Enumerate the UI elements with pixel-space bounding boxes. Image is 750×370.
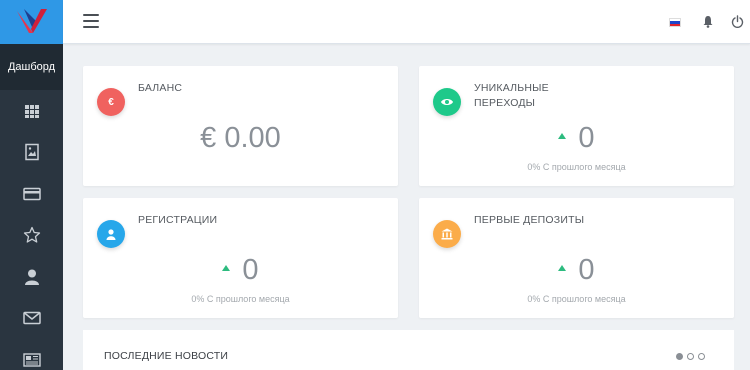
language-flag-icon[interactable] <box>669 18 681 27</box>
balance-card: € БАЛАНС € 0.00 <box>83 66 398 186</box>
star-icon <box>23 227 40 243</box>
first-deposits-sub: 0% С прошлого месяца <box>527 294 626 304</box>
card-icon <box>22 187 41 200</box>
image-icon <box>24 144 39 161</box>
sidebar-item-profile[interactable] <box>0 256 63 298</box>
first-deposits-value-row: 0 <box>419 254 734 287</box>
carousel-dots <box>676 353 705 360</box>
first-deposits-value: 0 <box>578 254 595 286</box>
eye-icon <box>433 88 461 116</box>
sidebar-item-news[interactable] <box>0 339 63 370</box>
carousel-dot[interactable] <box>676 353 683 360</box>
sidebar-item-messages[interactable] <box>0 298 63 340</box>
mail-icon <box>22 312 41 325</box>
balance-value: € 0.00 <box>200 122 281 154</box>
sidebar-item-media[interactable] <box>0 132 63 174</box>
unique-visits-card: УНИКАЛЬНЫЕ ПЕРЕХОДЫ 0 0% С прошлого меся… <box>419 66 734 186</box>
registrations-value-row: 0 <box>83 254 398 287</box>
sidebar-item-favorites[interactable] <box>0 215 63 257</box>
registrations-title: РЕГИСТРАЦИИ <box>138 214 218 226</box>
euro-icon: € <box>97 88 125 116</box>
trend-up-icon <box>558 265 567 272</box>
user-icon <box>97 220 125 248</box>
news-icon <box>22 353 41 367</box>
registrations-sub: 0% С прошлого месяца <box>191 294 290 304</box>
first-deposits-title: ПЕРВЫЕ ДЕПОЗИТЫ <box>474 214 585 226</box>
sidebar-item-payments[interactable] <box>0 173 63 215</box>
latest-news-title: ПОСЛЕДНИЕ НОВОСТИ <box>104 350 229 362</box>
user-icon <box>24 269 39 285</box>
grid-icon <box>24 104 39 118</box>
sidebar: Дашборд <box>0 0 63 370</box>
topbar <box>63 0 750 44</box>
menu-toggle-icon[interactable] <box>83 14 99 28</box>
trend-up-icon <box>222 265 231 272</box>
latest-news-panel: ПОСЛЕДНИЕ НОВОСТИ <box>83 330 734 370</box>
sidebar-item-grid[interactable] <box>0 90 63 132</box>
carousel-dot[interactable] <box>687 353 694 360</box>
logo[interactable] <box>0 0 63 44</box>
dashboard-label[interactable]: Дашборд <box>0 44 63 90</box>
balance-title: БАЛАНС <box>138 82 183 94</box>
unique-visits-sub: 0% С прошлого месяца <box>527 162 626 172</box>
unique-visits-value-row: 0 <box>419 122 734 155</box>
unique-visits-title: УНИКАЛЬНЫЕ ПЕРЕХОДЫ <box>474 82 549 109</box>
logo-icon <box>16 9 47 33</box>
carousel-dot[interactable] <box>698 353 705 360</box>
registrations-card: РЕГИСТРАЦИИ 0 0% С прошлого месяца <box>83 198 398 318</box>
power-icon[interactable] <box>731 15 744 28</box>
sidebar-nav <box>0 90 63 370</box>
unique-visits-value: 0 <box>578 122 595 154</box>
bank-icon <box>433 220 461 248</box>
registrations-value: 0 <box>242 254 259 286</box>
bell-icon[interactable] <box>702 15 714 28</box>
trend-up-icon <box>558 133 567 140</box>
first-deposits-card: ПЕРВЫЕ ДЕПОЗИТЫ 0 0% С прошлого месяца <box>419 198 734 318</box>
